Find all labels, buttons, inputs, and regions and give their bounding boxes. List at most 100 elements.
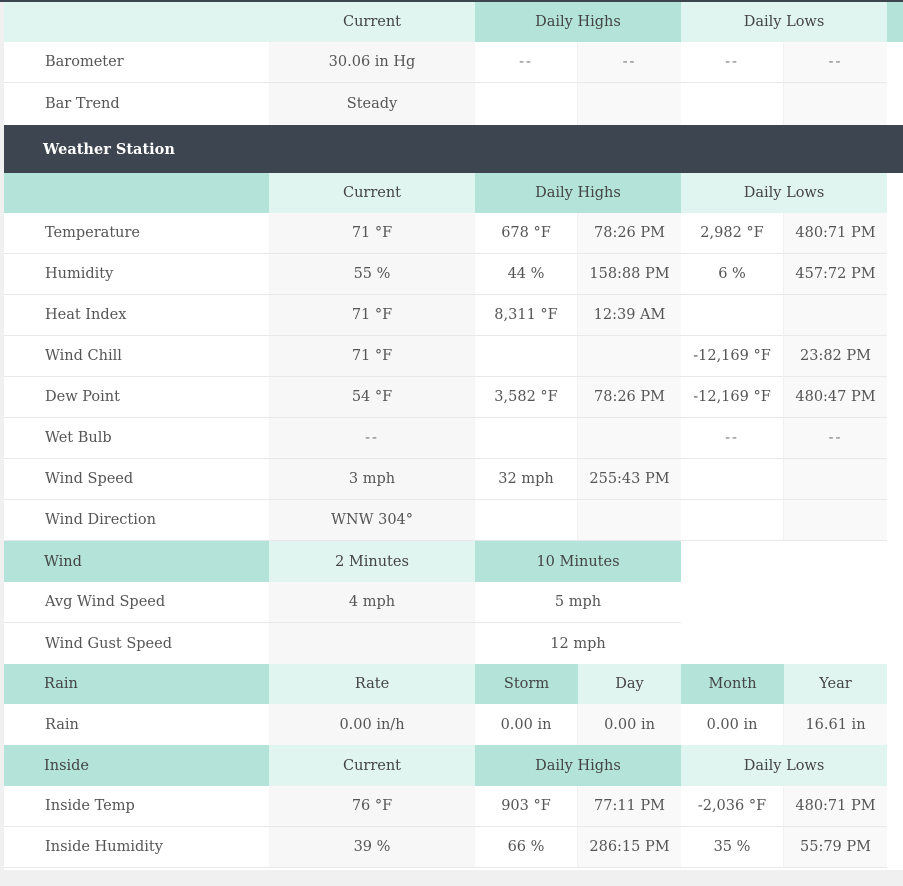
- console-header-extra: [887, 2, 903, 42]
- barometer-high: --: [475, 42, 578, 83]
- inside-temp-current: 76 °F: [269, 786, 475, 827]
- row-label-inside-humidity: Inside Humidity: [4, 827, 269, 868]
- wind-chill-high: [475, 336, 578, 377]
- barometer-low-time: --: [784, 42, 887, 83]
- rain-header-year: Year: [784, 664, 887, 704]
- rain-header-label: Rain: [4, 664, 269, 704]
- heat-index-current: 71 °F: [269, 295, 475, 336]
- wind-speed-current: 3 mph: [269, 459, 475, 500]
- row-label-wind-speed: Wind Speed: [4, 459, 269, 500]
- row-label-dew-point: Dew Point: [4, 377, 269, 418]
- rain-header-storm: Storm: [475, 664, 578, 704]
- humidity-low: 6 %: [681, 254, 784, 295]
- humidity-low-time: 457:72 PM: [784, 254, 887, 295]
- heat-index-high: 8,311 °F: [475, 295, 578, 336]
- console-header-label: [4, 2, 269, 42]
- inside-humidity-low: 35 %: [681, 827, 784, 868]
- heat-index-high-time: 12:39 AM: [578, 295, 681, 336]
- inside-header-daily-lows: Daily Lows: [681, 745, 887, 786]
- wind-speed-low-time: [784, 459, 887, 500]
- rain-year: 16.61 in: [784, 704, 887, 745]
- rain-rate: 0.00 in/h: [269, 704, 475, 745]
- wind-chill-high-time: [578, 336, 681, 377]
- bar-trend-current: Steady: [269, 83, 475, 125]
- avg-wind-speed-10-min: 5 mph: [475, 582, 681, 623]
- wind-speed-high-time: 255:43 PM: [578, 459, 681, 500]
- station-header-daily-highs: Daily Highs: [475, 173, 681, 213]
- inside-header-daily-highs: Daily Highs: [475, 745, 681, 786]
- temperature-low: 2,982 °F: [681, 213, 784, 254]
- heat-index-low-time: [784, 295, 887, 336]
- row-label-wet-bulb: Wet Bulb: [4, 418, 269, 459]
- wind-header-label: Wind: [4, 541, 269, 582]
- inside-humidity-high: 66 %: [475, 827, 578, 868]
- row-label-barometer: Barometer: [4, 42, 269, 83]
- inside-temp-low-time: 480:71 PM: [784, 786, 887, 827]
- temperature-high-time: 78:26 PM: [578, 213, 681, 254]
- wind-gust-speed-2-min: [269, 623, 475, 664]
- wind-gust-speed-10-min: 12 mph: [475, 623, 681, 664]
- console-header-daily-highs: Daily Highs: [475, 2, 681, 42]
- wind-direction-high-time: [578, 500, 681, 541]
- row-label-rain: Rain: [4, 704, 269, 745]
- wind-speed-low: [681, 459, 784, 500]
- barometer-low: --: [681, 42, 784, 83]
- barometer-current: 30.06 in Hg: [269, 42, 475, 83]
- rain-month: 0.00 in: [681, 704, 784, 745]
- row-label-humidity: Humidity: [4, 254, 269, 295]
- wet-bulb-low-time: --: [784, 418, 887, 459]
- rain-header-month: Month: [681, 664, 784, 704]
- inside-temp-low: -2,036 °F: [681, 786, 784, 827]
- inside-humidity-low-time: 55:79 PM: [784, 827, 887, 868]
- wind-direction-low-time: [784, 500, 887, 541]
- temperature-low-time: 480:71 PM: [784, 213, 887, 254]
- row-label-inside-temp: Inside Temp: [4, 786, 269, 827]
- wind-header-2-minutes: 2 Minutes: [269, 541, 475, 582]
- rain-header-day: Day: [578, 664, 681, 704]
- row-label-avg-wind-speed: Avg Wind Speed: [4, 582, 269, 623]
- rain-header-rate: Rate: [269, 664, 475, 704]
- row-label-bar-trend: Bar Trend: [4, 83, 269, 125]
- dew-point-current: 54 °F: [269, 377, 475, 418]
- bar-trend-high: [475, 83, 578, 125]
- weather-data-table: Current Daily Highs Daily Lows Barometer…: [0, 0, 903, 870]
- bar-trend-low: [681, 83, 784, 125]
- inside-temp-high-time: 77:11 PM: [578, 786, 681, 827]
- station-header-current: Current: [269, 173, 475, 213]
- heat-index-low: [681, 295, 784, 336]
- console-header-daily-lows: Daily Lows: [681, 2, 887, 42]
- rain-storm: 0.00 in: [475, 704, 578, 745]
- barometer-high-time: --: [578, 42, 681, 83]
- console-header-current: Current: [269, 2, 475, 42]
- station-header-daily-lows: Daily Lows: [681, 173, 887, 213]
- temperature-current: 71 °F: [269, 213, 475, 254]
- inside-header-current: Current: [269, 745, 475, 786]
- section-title-weather-station: Weather Station: [4, 125, 903, 173]
- station-header-label: [4, 173, 269, 213]
- dew-point-high: 3,582 °F: [475, 377, 578, 418]
- row-label-wind-direction: Wind Direction: [4, 500, 269, 541]
- inside-temp-high: 903 °F: [475, 786, 578, 827]
- wind-header-10-minutes: 10 Minutes: [475, 541, 681, 582]
- inside-header-label: Inside: [4, 745, 269, 786]
- wind-chill-low-time: 23:82 PM: [784, 336, 887, 377]
- bar-trend-low-time: [784, 83, 887, 125]
- wind-speed-high: 32 mph: [475, 459, 578, 500]
- wet-bulb-current: --: [269, 418, 475, 459]
- wet-bulb-low: --: [681, 418, 784, 459]
- dew-point-low-time: 480:47 PM: [784, 377, 887, 418]
- wind-direction-high: [475, 500, 578, 541]
- wind-chill-low: -12,169 °F: [681, 336, 784, 377]
- humidity-high: 44 %: [475, 254, 578, 295]
- wind-chill-current: 71 °F: [269, 336, 475, 377]
- temperature-high: 678 °F: [475, 213, 578, 254]
- bar-trend-high-time: [578, 83, 681, 125]
- rain-day: 0.00 in: [578, 704, 681, 745]
- avg-wind-speed-2-min: 4 mph: [269, 582, 475, 623]
- humidity-current: 55 %: [269, 254, 475, 295]
- dew-point-low: -12,169 °F: [681, 377, 784, 418]
- wind-direction-low: [681, 500, 784, 541]
- row-label-heat-index: Heat Index: [4, 295, 269, 336]
- row-label-temperature: Temperature: [4, 213, 269, 254]
- dew-point-high-time: 78:26 PM: [578, 377, 681, 418]
